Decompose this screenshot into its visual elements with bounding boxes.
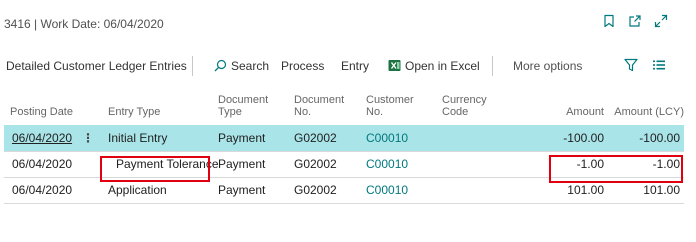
- header-label: Amount: [566, 106, 604, 118]
- cell-customer-no[interactable]: C00010: [366, 151, 442, 178]
- title-icons: [602, 14, 668, 28]
- search-label: Search: [231, 59, 270, 73]
- cell-customer-no[interactable]: C00010: [366, 177, 442, 204]
- list-view-icon[interactable]: [652, 58, 666, 72]
- separator: [192, 56, 193, 76]
- cell-currency-code: [442, 177, 542, 204]
- column-header-amount-lcy[interactable]: Amount (LCY): [604, 94, 684, 125]
- table-row[interactable]: 06/04/2020 Payment Tolerance Payment G02…: [4, 151, 684, 178]
- window-title: 3416 | Work Date: 06/04/2020: [4, 17, 164, 31]
- cell-posting-date[interactable]: 06/04/2020: [4, 125, 82, 152]
- header-label: Entry Type: [108, 106, 161, 118]
- header-label-line-2: Code: [442, 106, 469, 118]
- search-icon: [214, 59, 227, 75]
- cell-document-no: G02002: [294, 125, 366, 152]
- cell-customer-no[interactable]: C00010: [366, 125, 442, 152]
- open-in-excel-button[interactable]: Open in Excel: [388, 59, 480, 75]
- cell-amount-lcy: 101.00: [604, 177, 684, 204]
- cell-posting-date: 06/04/2020: [4, 151, 82, 178]
- cell-amount: -100.00: [542, 125, 604, 152]
- action-bar: Detailed Customer Ledger Entries Search …: [0, 52, 696, 80]
- expand-icon[interactable]: [654, 14, 668, 28]
- header-label-line-1: Document: [218, 94, 269, 106]
- cell-entry-type: Initial Entry: [108, 125, 218, 152]
- header-label-line-1: Customer: [366, 94, 414, 106]
- open-in-new-window-icon[interactable]: [628, 14, 642, 28]
- column-header-currency-code[interactable]: Currency Code: [442, 94, 542, 125]
- cell-document-no: G02002: [294, 177, 366, 204]
- column-header-document-type[interactable]: Document Type: [218, 94, 294, 125]
- customer-no-link[interactable]: C00010: [366, 131, 408, 145]
- cell-document-type: Payment: [218, 125, 294, 152]
- cell-posting-date: 06/04/2020: [4, 177, 82, 204]
- list-tools: [624, 58, 666, 72]
- column-header-posting-date[interactable]: Posting Date: [4, 94, 82, 125]
- ledger-entries-table: Posting Date Entry Type Document Type Do…: [4, 94, 684, 204]
- cell-currency-code: [442, 151, 542, 178]
- column-header-customer-no[interactable]: Customer No.: [366, 94, 442, 125]
- more-options-button[interactable]: More options: [513, 59, 582, 73]
- customer-no-link[interactable]: C00010: [366, 183, 408, 197]
- header-label-line-2: No.: [294, 106, 312, 118]
- process-menu[interactable]: Process: [281, 59, 324, 73]
- table-row[interactable]: 06/04/2020 ⋮ Initial Entry Payment G0200…: [4, 125, 684, 152]
- filter-icon[interactable]: [624, 58, 638, 72]
- column-header-document-no[interactable]: Document No.: [294, 94, 366, 125]
- excel-icon: [388, 59, 401, 75]
- row-actions-cell: [82, 177, 108, 204]
- row-actions-cell: [82, 151, 108, 178]
- header-label-line-2: Type: [218, 106, 242, 118]
- header-label-line-1: Document: [294, 94, 345, 106]
- entry-menu[interactable]: Entry: [341, 59, 369, 73]
- column-header-amount[interactable]: Amount: [542, 94, 604, 125]
- column-header-entry-type[interactable]: Entry Type: [108, 94, 218, 125]
- cell-document-no: G02002: [294, 151, 366, 178]
- posting-date-link[interactable]: 06/04/2020: [12, 131, 72, 145]
- separator: [492, 56, 493, 76]
- table-row[interactable]: 06/04/2020 Application Payment G02002 C0…: [4, 177, 684, 204]
- cell-entry-type: Application: [108, 177, 218, 204]
- header-label-line-1: Currency: [442, 94, 487, 106]
- cell-entry-type: Payment Tolerance: [108, 151, 219, 178]
- row-actions-cell[interactable]: ⋮: [82, 125, 108, 152]
- search-button[interactable]: Search: [214, 59, 269, 75]
- cell-amount: -1.00: [542, 151, 604, 178]
- bookmark-icon[interactable]: [602, 14, 616, 28]
- header-label: Amount (LCY): [614, 106, 684, 118]
- cell-amount-lcy: -100.00: [604, 125, 684, 152]
- header-label-line-2: No.: [366, 106, 384, 118]
- page-header: 3416 | Work Date: 06/04/2020: [0, 0, 696, 46]
- column-header-spacer: [82, 94, 108, 125]
- table-header-row: Posting Date Entry Type Document Type Do…: [4, 94, 684, 125]
- customer-no-link[interactable]: C00010: [366, 157, 408, 171]
- cell-currency-code: [442, 125, 542, 152]
- open-in-excel-label: Open in Excel: [405, 59, 480, 73]
- part-title: Detailed Customer Ledger Entries: [6, 59, 187, 73]
- cell-amount-lcy: -1.00: [604, 151, 684, 178]
- more-actions-icon[interactable]: ⋮: [82, 131, 94, 145]
- header-label: Posting Date: [10, 106, 73, 118]
- cell-document-type: Payment: [218, 177, 294, 204]
- cell-document-type: Payment: [218, 151, 294, 178]
- cell-amount: 101.00: [542, 177, 604, 204]
